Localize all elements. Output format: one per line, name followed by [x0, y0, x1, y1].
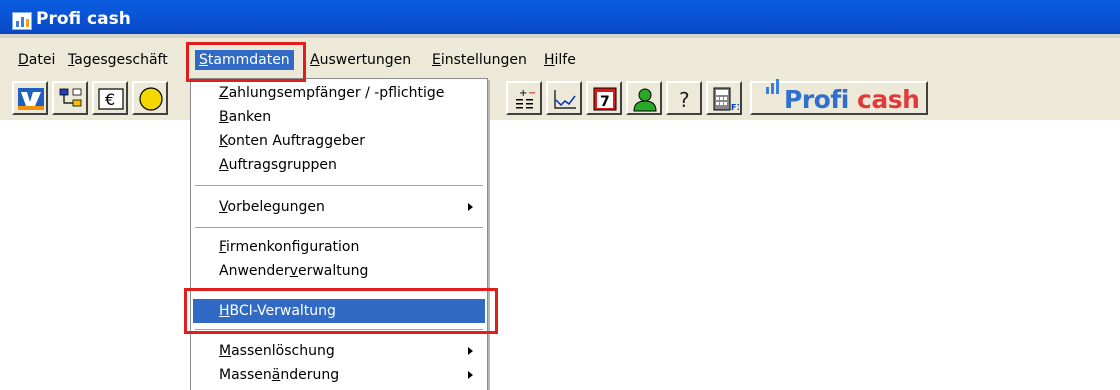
menuitem-vorbelegungen[interactable]: Vorbelegungen [193, 195, 485, 219]
help-icon[interactable]: ? [666, 81, 702, 115]
stammdaten-dropdown: Zahlungsempfänger / -pflichtige Banken K… [190, 78, 488, 390]
menuitem-firmenkonfiguration[interactable]: Firmenkonfiguration [193, 235, 485, 259]
svg-text:−: − [528, 88, 536, 99]
submenu-arrow-icon [468, 347, 473, 355]
euro-icon[interactable]: € [92, 81, 128, 115]
svg-text:+: + [519, 88, 527, 99]
menuitem-massenloeschung[interactable]: Massenlöschung [193, 339, 485, 363]
globe-icon[interactable] [132, 81, 168, 115]
line-chart-icon[interactable] [546, 81, 582, 115]
menu-einstellungen[interactable]: Einstellungen [428, 50, 531, 70]
user-icon[interactable] [626, 81, 662, 115]
menuitem-zahlungsempfaenger[interactable]: Zahlungsempfänger / -pflichtige [193, 81, 485, 105]
calculator-f12-icon[interactable]: F12 [706, 81, 742, 115]
menuitem-konten-auftraggeber[interactable]: Konten Auftraggeber [193, 129, 485, 153]
logo-text-profi: Profi [784, 85, 849, 114]
menuitem-massenaenderung[interactable]: Massenänderung [193, 363, 485, 387]
menu-separator [195, 185, 483, 187]
menuitem-auftragsgruppen[interactable]: Auftragsgruppen [193, 153, 485, 177]
calendar-icon[interactable]: 7 [586, 81, 622, 115]
menuitem-anwenderverwaltung[interactable]: Anwenderverwaltung [193, 259, 485, 283]
annotation-box-stammdaten [186, 42, 306, 82]
annotation-box-hbci [184, 288, 498, 334]
calculator-list-icon[interactable]: + − [506, 81, 542, 115]
svg-text:7: 7 [600, 94, 610, 110]
menu-separator [195, 227, 483, 229]
svg-text:€: € [105, 90, 115, 109]
menu-hilfe[interactable]: Hilfe [540, 50, 580, 70]
svg-text:?: ? [679, 88, 690, 112]
volksbank-logo-icon[interactable] [12, 81, 48, 115]
menu-bar: Datei Tagesgeschäft Stammdaten Auswertun… [0, 38, 1120, 78]
menu-datei[interactable]: Datei [14, 50, 59, 70]
menu-auswertungen[interactable]: Auswertungen [306, 50, 415, 70]
menuitem-banken[interactable]: Banken [193, 105, 485, 129]
profi-cash-app-icon[interactable] [12, 12, 32, 30]
submenu-arrow-icon [468, 203, 473, 211]
submenu-arrow-icon [468, 371, 473, 379]
toolbar: € +− 7 ? F12 Profi cash [0, 78, 1120, 120]
menu-tagesgeschaeft[interactable]: Tagesgeschäft [64, 50, 172, 70]
title-bar: Profi cash [0, 0, 1120, 38]
window-title: Profi cash [36, 9, 131, 29]
svg-text:F12: F12 [731, 103, 739, 112]
profi-cash-logo: Profi cash [750, 79, 928, 115]
logo-text-cash: cash [857, 85, 920, 114]
hierarchy-icon[interactable] [52, 81, 88, 115]
